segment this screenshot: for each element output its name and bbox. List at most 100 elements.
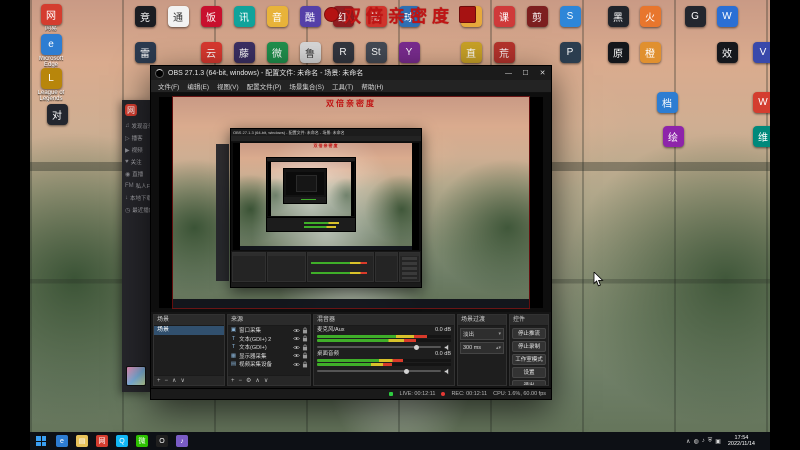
taskbar-app-button[interactable]: Q <box>113 433 131 449</box>
start-button[interactable] <box>30 432 52 450</box>
sources-toolbar-button[interactable]: ∧ <box>255 377 259 384</box>
desktop-icon[interactable]: 剪 <box>522 6 552 28</box>
music-menu-item[interactable]: ▷ 播客 <box>122 132 151 144</box>
tray-icon[interactable]: ♪ <box>702 438 705 445</box>
desktop-icon[interactable]: 火 <box>635 6 665 28</box>
tray-icon[interactable]: ▣ <box>715 438 721 445</box>
control-button[interactable]: 停止推流 <box>512 327 546 339</box>
desktop-icon[interactable]: 橙 <box>635 42 665 64</box>
taskbar-app-button[interactable]: ♪ <box>173 433 191 449</box>
taskbar-app-button[interactable]: 微 <box>133 433 151 449</box>
desktop-icon[interactable]: V <box>748 42 770 64</box>
sources-toolbar-button[interactable]: ⚙ <box>246 377 251 384</box>
menu-item[interactable]: 帮助(H) <box>357 81 387 91</box>
tray-icon[interactable]: ∧ <box>686 438 690 445</box>
music-menu-item[interactable]: ▶ 视频 <box>122 144 151 156</box>
music-menu-item[interactable]: FM私人FM <box>122 180 151 192</box>
music-menu-item[interactable]: ♥ 关注 <box>122 156 151 168</box>
volume-slider-track[interactable] <box>317 344 441 350</box>
scenes-toolbar-button[interactable]: + <box>157 378 161 384</box>
lock-icon[interactable] <box>302 344 308 351</box>
desktop-icon[interactable]: 藤 <box>229 42 259 64</box>
volume-slider[interactable] <box>317 368 451 375</box>
maximize-button[interactable]: ☐ <box>517 66 534 80</box>
desktop-icon[interactable]: 雷 <box>130 42 160 64</box>
desktop-icon[interactable]: 直 <box>456 42 486 64</box>
desktop-icon[interactable]: 饭 <box>196 6 226 28</box>
menu-item[interactable]: 视图(V) <box>213 81 243 91</box>
transition-duration-stepper[interactable]: 300 ms ▴▾ <box>460 342 504 354</box>
source-row[interactable]: ▤ 视频采集设备 <box>228 360 310 369</box>
desktop-icon[interactable]: 绘 <box>658 126 688 148</box>
desktop-icon[interactable]: G <box>680 6 710 28</box>
music-menu-item[interactable]: ◷最近播放 <box>122 204 151 216</box>
scenes-toolbar-button[interactable]: ∧ <box>172 377 176 384</box>
desktop-icon[interactable]: P <box>555 42 585 64</box>
source-row[interactable]: ▦ 显示器采集 <box>228 352 310 361</box>
desktop-icon[interactable]: 课 <box>489 6 519 28</box>
music-app-sidebar[interactable]: 网 ♫发现音乐▷播客▶视频♥关注◉直播FM私人FM↓本地下载◷最近播放 <box>122 100 151 392</box>
sources-toolbar-button[interactable]: + <box>231 378 235 384</box>
desktop-icon[interactable]: 云 <box>196 42 226 64</box>
scenes-toolbar-button[interactable]: − <box>165 378 169 384</box>
lock-icon[interactable] <box>302 361 308 368</box>
desktop-icon[interactable]: 黑 <box>603 6 633 28</box>
menu-item[interactable]: 工具(T) <box>328 81 357 91</box>
desktop-icon[interactable]: R <box>328 42 358 64</box>
tray-icon[interactable]: ⛨ <box>708 438 713 445</box>
desktop-icon[interactable]: 讯 <box>229 6 259 28</box>
desktop-icon[interactable]: 通 <box>163 6 193 28</box>
volume-slider-track[interactable] <box>317 368 441 374</box>
tray-icon[interactable]: ◍ <box>693 438 698 445</box>
desktop-icon[interactable]: 维 <box>748 126 770 148</box>
desktop-icon[interactable]: S <box>555 6 585 28</box>
control-button[interactable]: 设置 <box>512 366 546 378</box>
volume-slider-handle[interactable] <box>403 368 409 374</box>
scenes-toolbar-button[interactable]: ∨ <box>180 377 184 384</box>
desktop-icon[interactable]: 微 <box>262 42 292 64</box>
desktop-icon[interactable]: L League of Legends <box>36 68 66 102</box>
lock-icon[interactable] <box>302 335 308 342</box>
source-row[interactable]: T 文本(GDI+) 2 <box>228 335 310 344</box>
control-button[interactable]: 退出 <box>512 379 546 385</box>
music-menu-item[interactable]: ♫发现音乐 <box>122 120 151 132</box>
visibility-eye-icon[interactable] <box>293 328 300 333</box>
desktop-icon[interactable]: 酷 <box>295 6 325 28</box>
taskbar-app-button[interactable]: 网 <box>93 433 111 449</box>
sources-toolbar-button[interactable]: − <box>239 378 243 384</box>
visibility-eye-icon[interactable] <box>293 336 300 341</box>
music-menu-item[interactable]: ◉ 直播 <box>122 168 151 180</box>
minimize-button[interactable]: — <box>500 66 517 80</box>
music-album-art[interactable] <box>126 366 146 386</box>
desktop-icon[interactable]: 网网易 <box>36 4 66 32</box>
desktop-icon[interactable]: 音 <box>262 6 292 28</box>
taskbar-app-button[interactable]: O <box>153 433 171 449</box>
lock-icon[interactable] <box>302 327 308 334</box>
visibility-eye-icon[interactable] <box>293 362 300 367</box>
desktop-icon[interactable]: 对 <box>42 104 72 126</box>
menu-item[interactable]: 配置文件(P) <box>243 81 286 91</box>
taskbar-app-button[interactable]: ▤ <box>73 433 91 449</box>
music-menu-item[interactable]: ↓ 本地下载 <box>122 192 151 204</box>
desktop-icon[interactable]: W <box>712 6 742 28</box>
visibility-eye-icon[interactable] <box>293 353 300 358</box>
desktop-icon[interactable]: 原 <box>603 42 633 64</box>
desktop-icon[interactable]: e Microsoft Edge <box>36 34 66 68</box>
control-button[interactable]: 停止录制 <box>512 340 546 352</box>
obs-preview-canvas[interactable]: 双倍亲密度 OBS 27.1.3 (64-bit, windows) - 配置文… <box>151 93 551 312</box>
desktop-icon[interactable]: 档 <box>652 92 682 114</box>
sources-toolbar-button[interactable]: ∨ <box>264 377 268 384</box>
menu-item[interactable]: 场景集合(S) <box>285 81 328 91</box>
taskbar-clock[interactable]: 17:54 2022/11/14 <box>725 435 758 448</box>
control-button[interactable]: 工作室模式 <box>512 353 546 365</box>
obs-title-bar[interactable]: OBS 27.1.3 (64-bit, windows) - 配置文件: 未命名… <box>151 66 551 80</box>
source-row[interactable]: ▣ 窗口采集 <box>228 326 310 335</box>
source-row[interactable]: T 文本(GDI+) <box>228 343 310 352</box>
desktop-icon[interactable]: W <box>748 92 770 114</box>
taskbar-app-button[interactable]: e <box>53 433 71 449</box>
visibility-eye-icon[interactable] <box>293 345 300 350</box>
desktop-icon[interactable]: St <box>361 42 391 64</box>
desktop-icon[interactable]: 鲁 <box>295 42 325 64</box>
menu-item[interactable]: 文件(F) <box>154 81 183 91</box>
menu-item[interactable]: 编辑(E) <box>183 81 213 91</box>
